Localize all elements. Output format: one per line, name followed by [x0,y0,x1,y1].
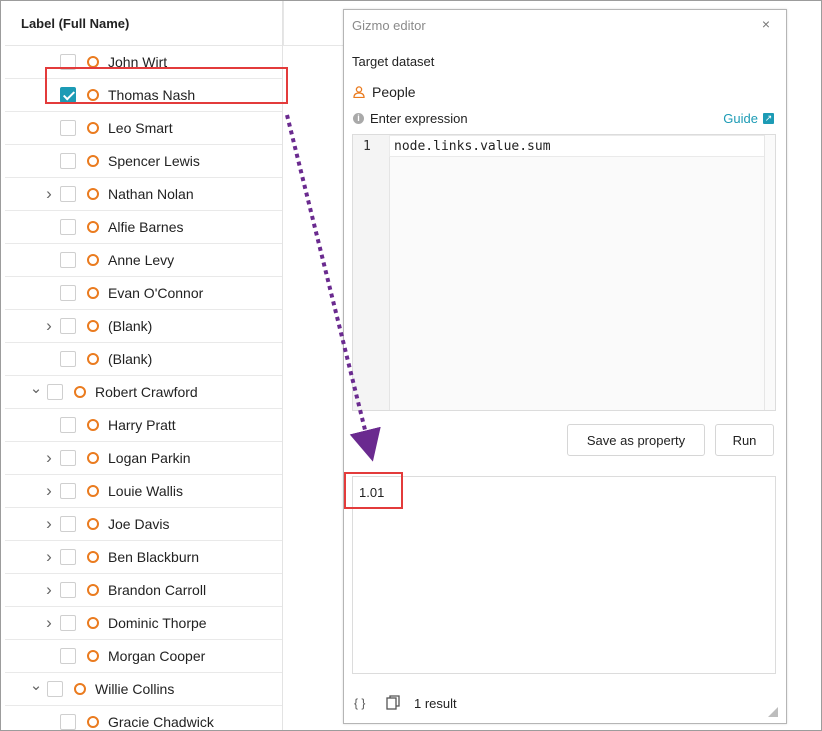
annotation-arrow [285,114,381,462]
app-frame: Label (Full Name) John Wirt Thomas Nash Le… [0,0,822,731]
arrow-line [285,114,381,462]
